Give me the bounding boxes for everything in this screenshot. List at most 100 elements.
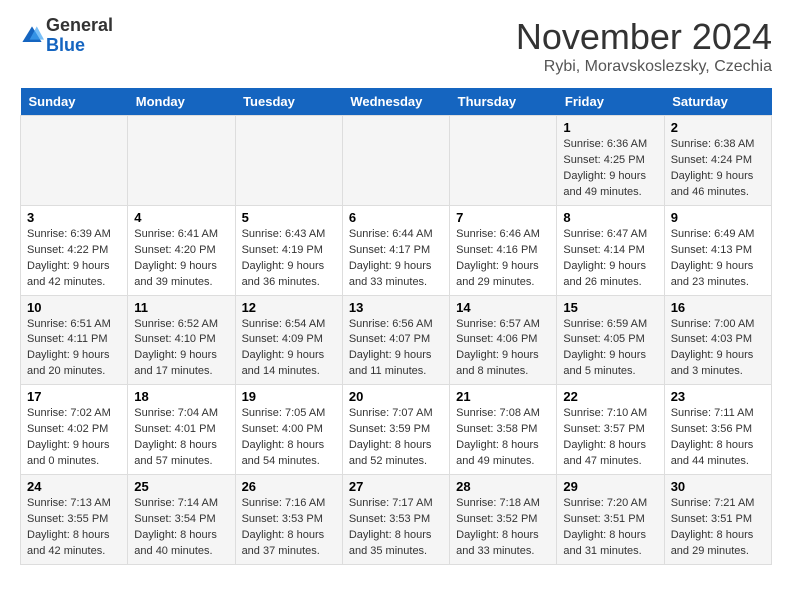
calendar-cell: 21 Sunrise: 7:08 AMSunset: 3:58 PMDayligh… (450, 385, 557, 475)
calendar-week-row: 17 Sunrise: 7:02 AMSunset: 4:02 PMDayligh… (21, 385, 772, 475)
logo-general-text: General (46, 16, 113, 36)
day-number: 20 (349, 389, 443, 404)
day-number: 8 (563, 210, 657, 225)
day-info: Sunrise: 6:36 AMSunset: 4:25 PMDaylight:… (563, 137, 657, 201)
calendar-cell: 3 Sunrise: 6:39 AMSunset: 4:22 PMDaylight… (21, 205, 128, 295)
day-number: 17 (27, 389, 121, 404)
day-info: Sunrise: 6:56 AMSunset: 4:07 PMDaylight:… (349, 317, 443, 381)
day-number: 1 (563, 120, 657, 135)
header: General Blue November 2024 Rybi, Moravsk… (20, 16, 772, 76)
day-info: Sunrise: 7:04 AMSunset: 4:01 PMDaylight:… (134, 406, 228, 470)
day-number: 26 (242, 479, 336, 494)
calendar-cell: 6 Sunrise: 6:44 AMSunset: 4:17 PMDaylight… (342, 205, 449, 295)
day-info: Sunrise: 7:02 AMSunset: 4:02 PMDaylight:… (27, 406, 121, 470)
day-number: 27 (349, 479, 443, 494)
weekday-header-sunday: Sunday (21, 88, 128, 116)
weekday-header-row: SundayMondayTuesdayWednesdayThursdayFrid… (21, 88, 772, 116)
calendar-cell: 8Sunrise: 6:47 AMSunset: 4:14 PMDaylight… (557, 205, 664, 295)
day-number: 11 (134, 300, 228, 315)
calendar-week-row: 3 Sunrise: 6:39 AMSunset: 4:22 PMDaylight… (21, 205, 772, 295)
calendar-cell: 1 Sunrise: 6:36 AMSunset: 4:25 PMDaylight… (557, 116, 664, 206)
calendar-cell: 11 Sunrise: 6:52 AMSunset: 4:10 PMDayligh… (128, 295, 235, 385)
day-info: Sunrise: 7:08 AMSunset: 3:58 PMDaylight:… (456, 406, 550, 470)
calendar-cell: 20 Sunrise: 7:07 AMSunset: 3:59 PMDayligh… (342, 385, 449, 475)
day-info: Sunrise: 7:20 AMSunset: 3:51 PMDaylight:… (563, 496, 657, 560)
weekday-header-monday: Monday (128, 88, 235, 116)
day-number: 25 (134, 479, 228, 494)
calendar-week-row: 10 Sunrise: 6:51 AMSunset: 4:11 PMDayligh… (21, 295, 772, 385)
calendar-week-row: 1 Sunrise: 6:36 AMSunset: 4:25 PMDaylight… (21, 116, 772, 206)
calendar-week-row: 24Sunrise: 7:13 AMSunset: 3:55 PMDayligh… (21, 475, 772, 565)
title-block: November 2024 Rybi, Moravskoslezsky, Cze… (516, 16, 772, 76)
day-info: Sunrise: 6:38 AMSunset: 4:24 PMDaylight:… (671, 137, 765, 201)
weekday-header-thursday: Thursday (450, 88, 557, 116)
day-number: 21 (456, 389, 550, 404)
day-number: 28 (456, 479, 550, 494)
day-info: Sunrise: 6:46 AMSunset: 4:16 PMDaylight:… (456, 227, 550, 291)
day-number: 18 (134, 389, 228, 404)
calendar-cell (342, 116, 449, 206)
day-number: 30 (671, 479, 765, 494)
day-info: Sunrise: 6:44 AMSunset: 4:17 PMDaylight:… (349, 227, 443, 291)
day-info: Sunrise: 6:54 AMSunset: 4:09 PMDaylight:… (242, 317, 336, 381)
calendar-cell: 10 Sunrise: 6:51 AMSunset: 4:11 PMDayligh… (21, 295, 128, 385)
day-number: 15 (563, 300, 657, 315)
weekday-header-friday: Friday (557, 88, 664, 116)
calendar-cell: 22Sunrise: 7:10 AMSunset: 3:57 PMDayligh… (557, 385, 664, 475)
calendar-cell: 7 Sunrise: 6:46 AMSunset: 4:16 PMDaylight… (450, 205, 557, 295)
calendar-cell: 2 Sunrise: 6:38 AMSunset: 4:24 PMDaylight… (664, 116, 771, 206)
calendar-cell: 5 Sunrise: 6:43 AMSunset: 4:19 PMDaylight… (235, 205, 342, 295)
day-info: Sunrise: 7:17 AMSunset: 3:53 PMDaylight:… (349, 496, 443, 560)
day-info: Sunrise: 7:16 AMSunset: 3:53 PMDaylight:… (242, 496, 336, 560)
day-number: 12 (242, 300, 336, 315)
calendar-cell: 29 Sunrise: 7:20 AMSunset: 3:51 PMDayligh… (557, 475, 664, 565)
calendar-cell: 30 Sunrise: 7:21 AMSunset: 3:51 PMDayligh… (664, 475, 771, 565)
calendar-cell: 19 Sunrise: 7:05 AMSunset: 4:00 PMDayligh… (235, 385, 342, 475)
calendar-cell: 13Sunrise: 6:56 AMSunset: 4:07 PMDayligh… (342, 295, 449, 385)
day-info: Sunrise: 6:41 AMSunset: 4:20 PMDaylight:… (134, 227, 228, 291)
day-number: 10 (27, 300, 121, 315)
day-info: Sunrise: 6:39 AMSunset: 4:22 PMDaylight:… (27, 227, 121, 291)
day-info: Sunrise: 7:18 AMSunset: 3:52 PMDaylight:… (456, 496, 550, 560)
weekday-header-wednesday: Wednesday (342, 88, 449, 116)
calendar-cell: 28 Sunrise: 7:18 AMSunset: 3:52 PMDayligh… (450, 475, 557, 565)
day-info: Sunrise: 6:43 AMSunset: 4:19 PMDaylight:… (242, 227, 336, 291)
day-info: Sunrise: 6:49 AMSunset: 4:13 PMDaylight:… (671, 227, 765, 291)
calendar-cell: 24Sunrise: 7:13 AMSunset: 3:55 PMDayligh… (21, 475, 128, 565)
calendar-cell: 16 Sunrise: 7:00 AMSunset: 4:03 PMDayligh… (664, 295, 771, 385)
calendar-cell: 12 Sunrise: 6:54 AMSunset: 4:09 PMDayligh… (235, 295, 342, 385)
day-info: Sunrise: 7:00 AMSunset: 4:03 PMDaylight:… (671, 317, 765, 381)
calendar-cell: 14Sunrise: 6:57 AMSunset: 4:06 PMDayligh… (450, 295, 557, 385)
day-info: Sunrise: 7:11 AMSunset: 3:56 PMDaylight:… (671, 406, 765, 470)
day-number: 5 (242, 210, 336, 225)
day-info: Sunrise: 6:51 AMSunset: 4:11 PMDaylight:… (27, 317, 121, 381)
calendar-table: SundayMondayTuesdayWednesdayThursdayFrid… (20, 88, 772, 565)
day-info: Sunrise: 6:59 AMSunset: 4:05 PMDaylight:… (563, 317, 657, 381)
day-number: 3 (27, 210, 121, 225)
day-info: Sunrise: 6:52 AMSunset: 4:10 PMDaylight:… (134, 317, 228, 381)
location-text: Rybi, Moravskoslezsky, Czechia (516, 58, 772, 76)
calendar-cell: 27 Sunrise: 7:17 AMSunset: 3:53 PMDayligh… (342, 475, 449, 565)
day-number: 9 (671, 210, 765, 225)
calendar-cell: 9 Sunrise: 6:49 AMSunset: 4:13 PMDaylight… (664, 205, 771, 295)
calendar-cell (21, 116, 128, 206)
day-info: Sunrise: 7:05 AMSunset: 4:00 PMDaylight:… (242, 406, 336, 470)
day-info: Sunrise: 7:07 AMSunset: 3:59 PMDaylight:… (349, 406, 443, 470)
day-number: 2 (671, 120, 765, 135)
calendar-cell: 25 Sunrise: 7:14 AMSunset: 3:54 PMDayligh… (128, 475, 235, 565)
logo-icon (20, 24, 44, 48)
day-number: 29 (563, 479, 657, 494)
day-info: Sunrise: 7:21 AMSunset: 3:51 PMDaylight:… (671, 496, 765, 560)
day-number: 19 (242, 389, 336, 404)
day-info: Sunrise: 6:57 AMSunset: 4:06 PMDaylight:… (456, 317, 550, 381)
day-number: 16 (671, 300, 765, 315)
logo-text: General Blue (46, 16, 113, 56)
calendar-cell: 26 Sunrise: 7:16 AMSunset: 3:53 PMDayligh… (235, 475, 342, 565)
day-info: Sunrise: 7:14 AMSunset: 3:54 PMDaylight:… (134, 496, 228, 560)
day-number: 6 (349, 210, 443, 225)
month-title: November 2024 (516, 16, 772, 58)
day-number: 22 (563, 389, 657, 404)
day-number: 4 (134, 210, 228, 225)
day-number: 7 (456, 210, 550, 225)
calendar-cell: 17 Sunrise: 7:02 AMSunset: 4:02 PMDayligh… (21, 385, 128, 475)
